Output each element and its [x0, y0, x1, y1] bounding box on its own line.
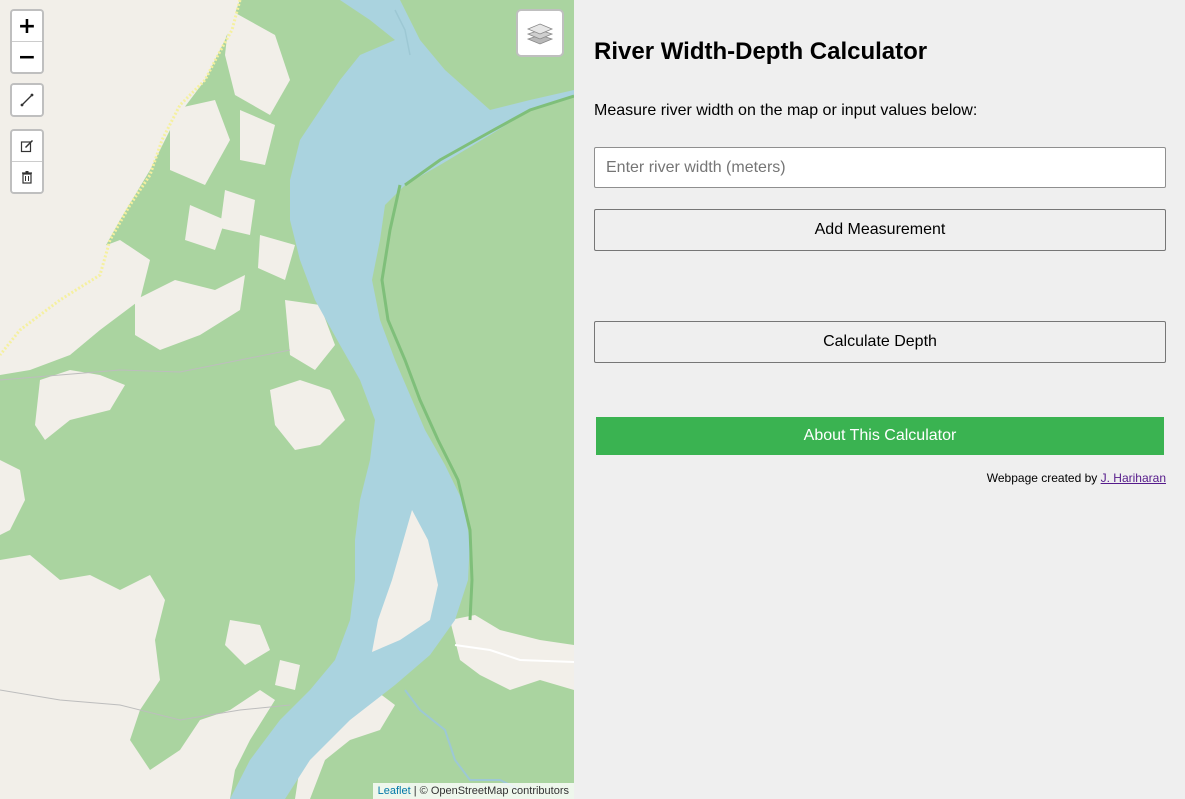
layers-control-button[interactable]	[516, 9, 564, 57]
credit-prefix: Webpage created by	[986, 471, 1101, 485]
measure-control	[10, 83, 44, 117]
measure-button[interactable]	[12, 85, 42, 115]
page-title: River Width-Depth Calculator	[594, 38, 928, 65]
river-width-input[interactable]	[594, 147, 1166, 188]
delete-layers-button[interactable]	[12, 161, 42, 192]
attribution-separator: | ©	[410, 784, 431, 797]
map-tiles[interactable]	[0, 0, 574, 799]
calculate-depth-button[interactable]: Calculate Depth	[594, 321, 1166, 363]
edit-layers-button[interactable]	[12, 131, 42, 161]
ruler-line-icon	[20, 93, 34, 107]
author-link[interactable]: J. Hariharan	[1101, 471, 1166, 485]
draw-control	[10, 129, 44, 194]
osm-attribution: OpenStreetMap contributors	[430, 784, 569, 797]
leaflet-link[interactable]: Leaflet	[378, 785, 411, 797]
zoom-control: + −	[10, 9, 44, 74]
credit-line: Webpage created by J. Hariharan	[987, 471, 1166, 485]
instructions-text: Measure river width on the map or input …	[594, 102, 978, 119]
about-calculator-button[interactable]: About This Calculator	[596, 417, 1164, 455]
layers-icon	[526, 23, 554, 45]
app-root: + − Leaflet | © OpenStreetMap contributo…	[0, 0, 1185, 799]
zoom-in-button[interactable]: +	[12, 11, 42, 41]
add-measurement-button[interactable]: Add Measurement	[594, 209, 1166, 251]
calculator-panel: River Width-Depth Calculator Measure riv…	[574, 0, 1185, 799]
edit-icon	[20, 139, 34, 153]
trash-icon	[22, 171, 32, 184]
map-view[interactable]: + − Leaflet | © OpenStreetMap contributo…	[0, 0, 574, 799]
map-attribution: Leaflet | © OpenStreetMap contributors	[372, 782, 574, 799]
zoom-out-button[interactable]: −	[12, 41, 42, 72]
